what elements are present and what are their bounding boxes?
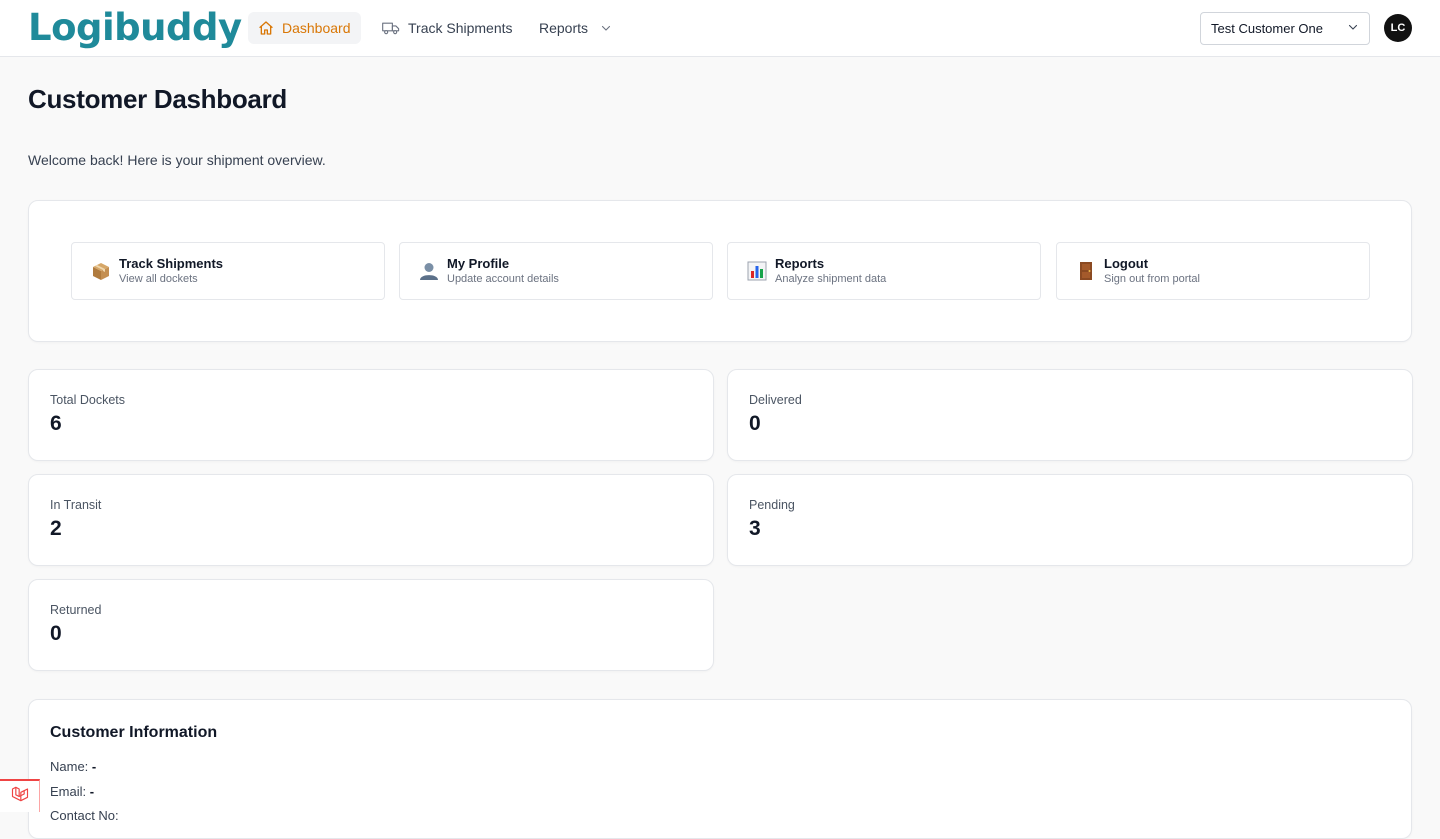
nav-track-shipments[interactable]: Track Shipments bbox=[372, 12, 523, 44]
quick-link-my-profile[interactable]: My Profile Update account details bbox=[399, 242, 713, 300]
quick-links-panel: Track Shipments View all dockets My Prof… bbox=[28, 200, 1412, 342]
quick-link-logout[interactable]: Logout Sign out from portal bbox=[1056, 242, 1370, 300]
logibuddy-logo[interactable]: Logibuddy bbox=[28, 6, 242, 50]
logo-text: Logibuddy bbox=[28, 6, 242, 49]
nav-reports-dropdown[interactable]: Reports bbox=[529, 12, 622, 44]
stat-value: 6 bbox=[50, 412, 62, 435]
laravel-icon bbox=[10, 784, 30, 809]
stat-card-in-transit: In Transit 2 bbox=[28, 474, 714, 566]
nav-track-label: Track Shipments bbox=[408, 20, 513, 36]
stat-value: 0 bbox=[50, 622, 62, 645]
stat-label: Delivered bbox=[749, 393, 802, 407]
stat-label: Returned bbox=[50, 603, 102, 617]
stat-label: Pending bbox=[749, 498, 795, 512]
stat-label: In Transit bbox=[50, 498, 102, 512]
customer-select-value: Test Customer One bbox=[1211, 21, 1323, 36]
chevron-down-icon bbox=[600, 22, 612, 34]
home-icon bbox=[258, 20, 274, 36]
quick-link-reports[interactable]: Reports Analyze shipment data bbox=[727, 242, 1041, 300]
customer-information-panel: Customer Information Name: - Email: - Co… bbox=[28, 699, 1412, 839]
stat-label: Total Dockets bbox=[50, 393, 126, 407]
chevron-down-icon bbox=[1347, 21, 1359, 36]
quick-link-title: Reports bbox=[775, 255, 825, 271]
email-value: - bbox=[89, 784, 95, 799]
page-title: Customer Dashboard bbox=[28, 84, 287, 114]
stat-card-total-dockets: Total Dockets 6 bbox=[28, 369, 714, 461]
customer-email-row: Email: - bbox=[50, 784, 94, 799]
profile-icon bbox=[419, 260, 439, 282]
quick-link-subtitle: View all dockets bbox=[119, 272, 198, 285]
quick-link-title: Track Shipments bbox=[119, 255, 224, 271]
name-value: - bbox=[91, 759, 97, 774]
stat-card-returned: Returned 0 bbox=[28, 579, 714, 671]
quick-link-subtitle: Analyze shipment data bbox=[775, 272, 887, 285]
customer-select[interactable]: Test Customer One bbox=[1200, 12, 1370, 45]
door-icon bbox=[1076, 260, 1096, 282]
welcome-text: Welcome back! Here is your shipment over… bbox=[28, 152, 326, 168]
bar-chart-icon bbox=[747, 260, 767, 282]
quick-link-title: Logout bbox=[1104, 255, 1149, 271]
stat-card-pending: Pending 3 bbox=[727, 474, 1413, 566]
customer-third-row: Contact No: bbox=[50, 808, 119, 823]
contact-label: Contact No: bbox=[50, 808, 119, 823]
top-navbar: Logibuddy Dashboard Track Shipments Repo… bbox=[0, 0, 1440, 57]
quick-link-subtitle: Sign out from portal bbox=[1104, 272, 1200, 285]
truck-icon bbox=[382, 20, 400, 36]
quick-link-title: My Profile bbox=[447, 255, 510, 271]
nav-dashboard-label: Dashboard bbox=[282, 20, 351, 36]
email-label: Email: bbox=[50, 784, 87, 799]
stat-value: 3 bbox=[749, 517, 761, 540]
stat-value: 2 bbox=[50, 517, 62, 540]
user-avatar[interactable]: LC bbox=[1384, 14, 1412, 42]
stat-value: 0 bbox=[749, 412, 761, 435]
package-icon bbox=[91, 260, 111, 282]
laravel-debugbar-toggle[interactable] bbox=[0, 779, 40, 812]
quick-link-track-shipments[interactable]: Track Shipments View all dockets bbox=[71, 242, 385, 300]
stat-card-delivered: Delivered 0 bbox=[727, 369, 1413, 461]
name-label: Name: bbox=[50, 759, 89, 774]
customer-info-title: Customer Information bbox=[50, 724, 218, 741]
nav-reports-label: Reports bbox=[539, 20, 589, 36]
quick-link-subtitle: Update account details bbox=[447, 272, 559, 285]
customer-name-row: Name: - bbox=[50, 759, 96, 774]
nav-dashboard[interactable]: Dashboard bbox=[248, 12, 361, 44]
